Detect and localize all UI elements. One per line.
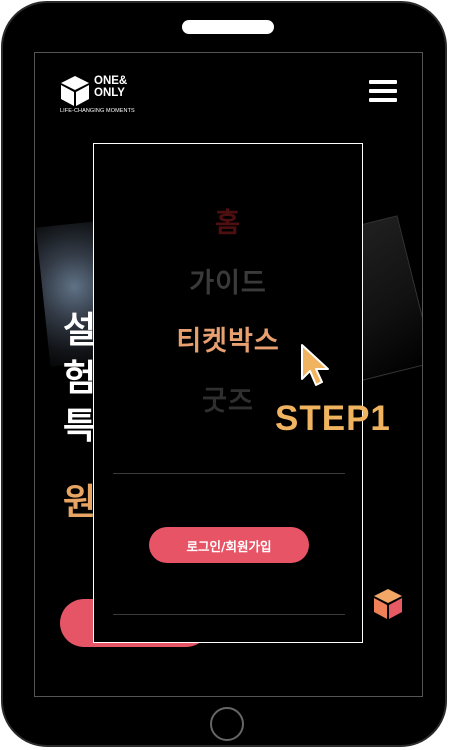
brand-tagline: LIFE-CHANGING MOMENTS	[60, 108, 135, 114]
phone-home-button[interactable]	[210, 707, 244, 741]
hamburger-bar	[369, 98, 397, 102]
hamburger-menu-icon[interactable]	[369, 80, 397, 102]
phone-frame: ONE& ONLY LIFE-CHANGING MOMENTS 설 험 특 원 …	[1, 1, 447, 747]
menu-item-guide[interactable]: 가이드	[94, 261, 362, 300]
hero-text-fragment: 원	[63, 482, 97, 523]
hero-text-fragment: 설	[63, 310, 97, 351]
navigation-menu-panel: 홈 가이드 티켓박스 굿즈 로그인/회원가입	[93, 143, 363, 643]
brand-logo[interactable]: ONE& ONLY	[60, 75, 127, 107]
menu-divider	[113, 614, 345, 615]
brand-name-line2: ONLY	[94, 87, 125, 99]
step-label: STEP1	[275, 399, 391, 438]
phone-speaker	[182, 20, 274, 34]
hero-text-fragment: 특	[63, 406, 97, 447]
login-signup-button[interactable]: 로그인/회원가입	[149, 527, 309, 563]
hero-text-fragment: 험	[63, 358, 97, 399]
brand-cube-icon	[61, 76, 89, 106]
hamburger-bar	[369, 80, 397, 84]
menu-item-home[interactable]: 홈	[94, 201, 362, 240]
pointer-cursor-icon	[301, 344, 329, 386]
corner-cube-icon[interactable]	[373, 588, 403, 620]
hamburger-bar	[369, 89, 397, 93]
brand-name-line1: ONE&	[94, 75, 128, 87]
brand-name: ONE& ONLY	[94, 75, 127, 99]
menu-divider	[113, 473, 345, 474]
